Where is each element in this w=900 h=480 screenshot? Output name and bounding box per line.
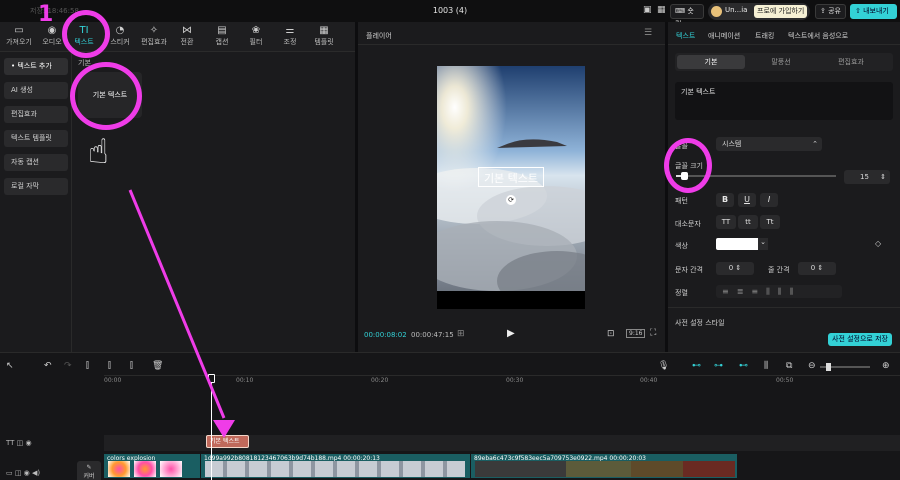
highlight-ring-basic-text — [70, 62, 142, 130]
highlight-ring-font-size — [664, 138, 712, 193]
step-number: 1 — [38, 2, 54, 27]
annotation-arrow-head — [213, 420, 235, 438]
tutorial-annotation-layer — [128, 189, 235, 438]
highlight-ring-text-tab — [62, 10, 110, 58]
annotation-arrow-line — [128, 189, 226, 419]
hand-cursor-icon: ☝ — [88, 132, 109, 172]
